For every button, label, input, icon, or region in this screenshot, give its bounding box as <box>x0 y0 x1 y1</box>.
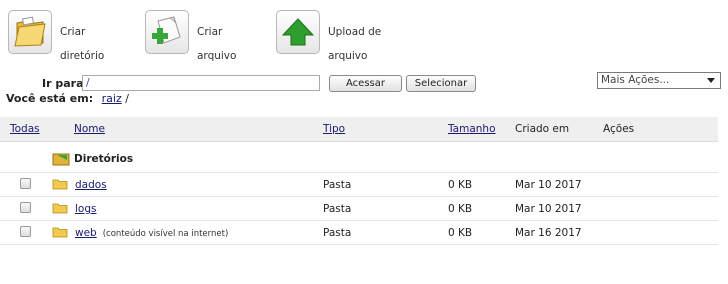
more-actions-value: Mais Ações... <box>601 74 670 86</box>
access-button[interactable]: Acessar <box>329 75 402 92</box>
row-created: Mar 10 2017 <box>515 203 582 215</box>
create-file-label-1: Criar <box>197 26 223 38</box>
header-type[interactable]: Tipo <box>323 123 345 135</box>
upload-file-label-1: Upload de <box>328 26 382 38</box>
row-checkbox[interactable] <box>20 226 31 237</box>
upload-file-label-2: arquivo <box>328 50 368 62</box>
select-button[interactable]: Selecionar <box>406 75 476 92</box>
path-input[interactable] <box>82 75 320 91</box>
chevron-down-icon <box>707 78 715 83</box>
row-checkbox[interactable] <box>20 178 31 189</box>
table-row: logs Pasta 0 KB Mar 10 2017 <box>0 197 718 221</box>
create-file-label-2: arquivo <box>197 50 237 62</box>
table-header: Todas Nome Tipo Tamanho Criado em Ações <box>0 117 718 142</box>
row-size: 0 KB <box>448 227 473 239</box>
row-size: 0 KB <box>448 203 473 215</box>
header-select-all[interactable]: Todas <box>10 123 40 135</box>
create-directory-label-1: Criar <box>60 26 86 38</box>
row-name-note: (conteúdo visível na internet) <box>102 229 229 239</box>
row-created: Mar 16 2017 <box>515 227 582 239</box>
more-actions-select[interactable]: Mais Ações... <box>597 72 721 89</box>
header-actions: Ações <box>603 123 635 135</box>
row-created: Mar 10 2017 <box>515 179 582 191</box>
create-directory-button[interactable]: Criar diretório <box>8 10 104 74</box>
row-name-link[interactable]: dados <box>75 179 107 191</box>
row-name-link[interactable]: logs <box>75 203 96 215</box>
row-type: Pasta <box>323 203 352 215</box>
toolbar: Criar diretório Criar arquivo Upload de … <box>0 0 728 66</box>
table-row: web (conteúdo visível na internet) Pasta … <box>0 221 718 245</box>
folder-icon <box>8 10 52 54</box>
header-created: Criado em <box>515 123 570 135</box>
folder-icon <box>52 227 68 238</box>
breadcrumb: Você está em: raiz / <box>6 92 129 105</box>
row-checkbox[interactable] <box>20 202 31 213</box>
go-to-label: Ir para: <box>42 77 88 90</box>
you-are-in-label: Você está em: <box>6 92 94 105</box>
directories-section-row: Diretórios <box>0 146 718 173</box>
row-type: Pasta <box>323 179 352 191</box>
row-size: 0 KB <box>448 179 473 191</box>
new-file-icon <box>145 10 189 54</box>
create-file-button[interactable]: Criar arquivo <box>145 10 236 74</box>
table-row: dados Pasta 0 KB Mar 10 2017 <box>0 173 718 197</box>
breadcrumb-root-link[interactable]: raiz <box>102 92 122 105</box>
header-name[interactable]: Nome <box>74 123 105 135</box>
directories-section-label: Diretórios <box>74 153 134 165</box>
folder-icon <box>52 179 68 190</box>
upload-arrow-icon <box>276 10 320 54</box>
row-name-link[interactable]: web <box>75 227 97 239</box>
header-size[interactable]: Tamanho <box>448 123 496 135</box>
folder-icon <box>52 203 68 214</box>
upload-file-button[interactable]: Upload de arquivo <box>276 10 381 74</box>
create-directory-label-2: diretório <box>60 50 105 62</box>
breadcrumb-separator: / <box>125 92 129 105</box>
folder-open-icon <box>52 153 70 166</box>
row-type: Pasta <box>323 227 352 239</box>
